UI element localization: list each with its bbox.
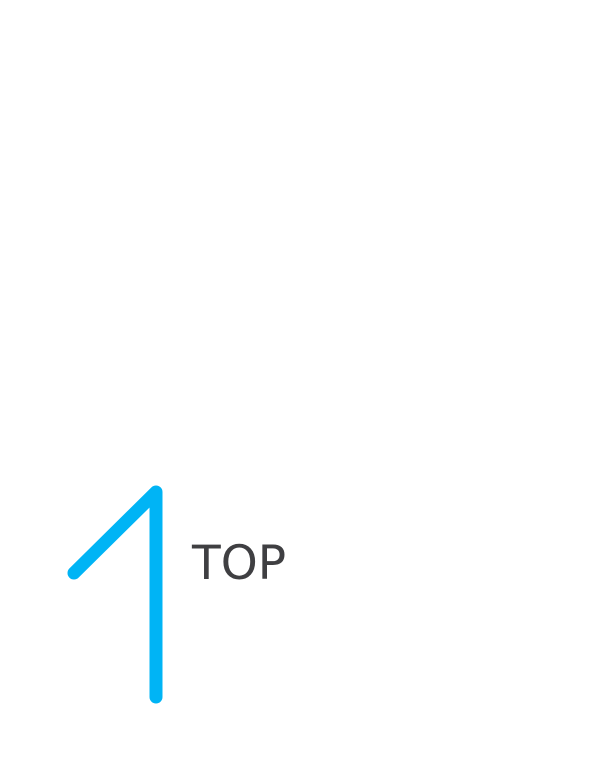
back-to-top-button[interactable]: TOP bbox=[62, 480, 302, 712]
arrow-up-icon bbox=[62, 480, 172, 712]
back-to-top-label: TOP bbox=[192, 536, 287, 591]
